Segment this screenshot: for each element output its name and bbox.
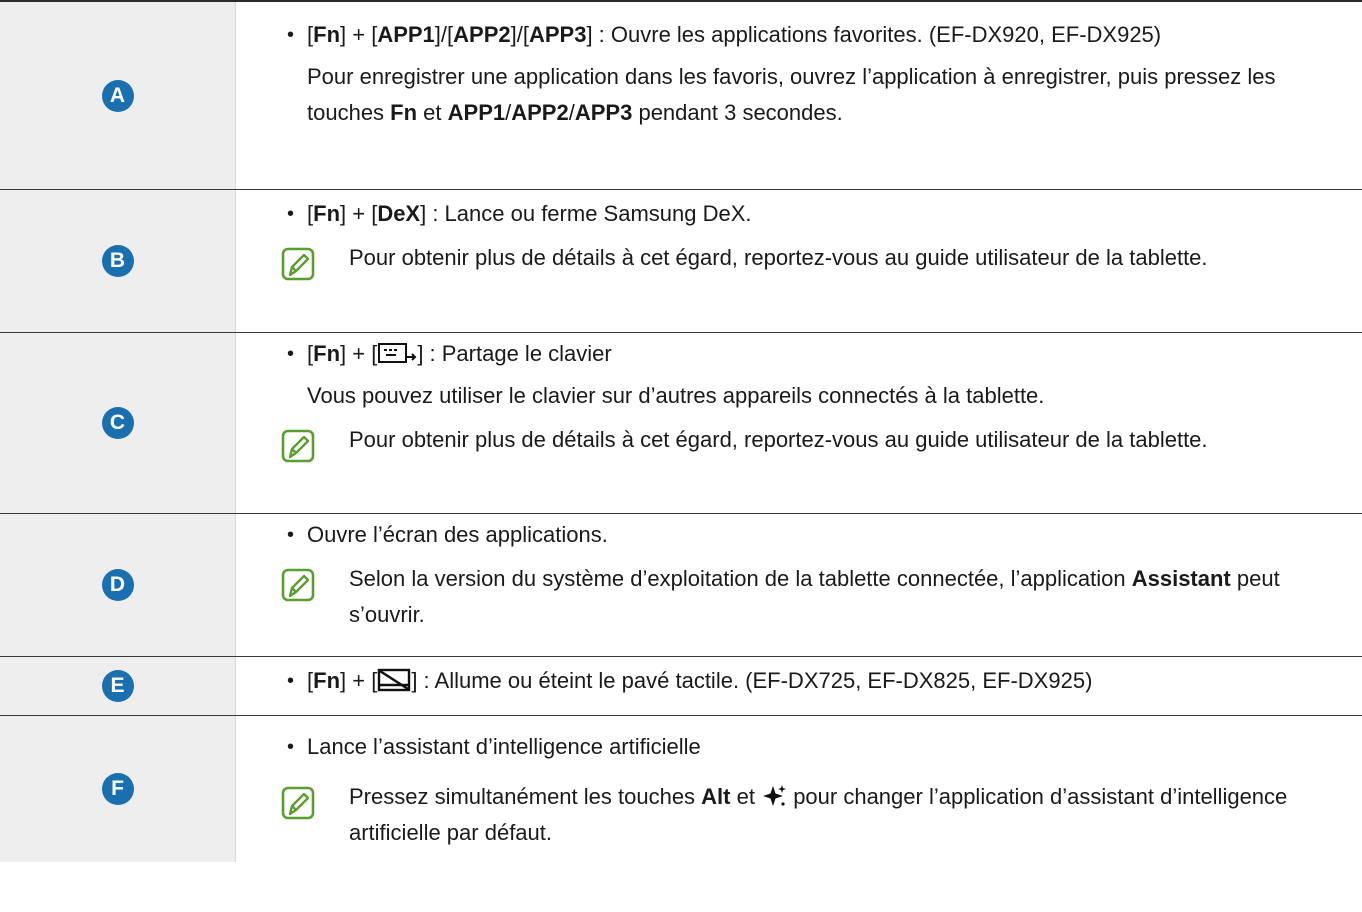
- bullet-item: [Fn] + [DeX] : Lance ou ferme Samsung De…: [287, 196, 1354, 232]
- label-badge: B: [101, 245, 134, 277]
- row-label-cell: B: [0, 190, 236, 332]
- row-d: D Ouvre l’écran des applications. Selon …: [0, 514, 1362, 657]
- bullet-item: Lance l’assistant d’intelligence artific…: [287, 729, 1354, 765]
- row-b: B [Fn] + [DeX] : Lance ou ferme Samsung …: [0, 190, 1362, 333]
- row-label-cell: F: [0, 716, 236, 862]
- shortcut-table: A [Fn] + [APP1]/[APP2]/[APP3] : Ouvre le…: [0, 0, 1362, 862]
- row-content: [Fn] + [DeX] : Lance ou ferme Samsung De…: [236, 190, 1362, 332]
- row-content: Ouvre l’écran des applications. Selon la…: [236, 514, 1362, 656]
- row-content: [Fn] + [APP1]/[APP2]/[APP3] : Ouvre les …: [236, 2, 1362, 189]
- row-e: E [Fn] + [] : Allume ou éteint le pavé t…: [0, 657, 1362, 716]
- label-badge: E: [101, 670, 134, 702]
- keyboard-share-icon: [378, 343, 417, 363]
- description-paragraph: Vous pouvez utiliser le clavier sur d’au…: [307, 383, 1045, 408]
- label-badge: C: [101, 407, 134, 439]
- row-content: Lance l’assistant d’intelligence artific…: [236, 716, 1362, 862]
- row-label-cell: E: [0, 657, 236, 715]
- bullet-item: [Fn] + [APP1]/[APP2]/[APP3] : Ouvre les …: [287, 17, 1354, 53]
- row-label-cell: D: [0, 514, 236, 656]
- row-c: C [Fn] + [] : Partage le clavier Vous po…: [0, 333, 1362, 514]
- note-icon: [281, 786, 315, 820]
- bullet-item: Ouvre l’écran des applications.: [287, 517, 1354, 553]
- row-a: A [Fn] + [APP1]/[APP2]/[APP3] : Ouvre le…: [0, 2, 1362, 190]
- note-icon: [281, 247, 315, 281]
- row-content: [Fn] + [] : Partage le clavier Vous pouv…: [236, 333, 1362, 513]
- touchpad-off-icon: [378, 668, 411, 692]
- row-f: F Lance l’assistant d’intelligence artif…: [0, 716, 1362, 862]
- bullet-item: [Fn] + [] : Partage le clavier: [287, 336, 1354, 372]
- label-badge: A: [101, 79, 134, 112]
- note: Pressez simultanément les touches Alt et…: [281, 779, 1354, 851]
- bullet-item: [Fn] + [] : Allume ou éteint le pavé tac…: [287, 663, 1354, 699]
- label-badge: D: [101, 569, 134, 601]
- note-icon: [281, 568, 315, 602]
- sparkle-icon: [763, 785, 787, 806]
- row-label-cell: C: [0, 333, 236, 513]
- row-label-cell: A: [0, 2, 236, 189]
- description-paragraph: Pour enregistrer une application dans le…: [307, 64, 1276, 125]
- note: Selon la version du système d’exploitati…: [281, 561, 1354, 633]
- note: Pour obtenir plus de détails à cet égard…: [281, 422, 1354, 463]
- note-icon: [281, 429, 315, 463]
- label-badge: F: [101, 773, 134, 805]
- note: Pour obtenir plus de détails à cet égard…: [281, 240, 1354, 281]
- row-content: [Fn] + [] : Allume ou éteint le pavé tac…: [236, 657, 1362, 715]
